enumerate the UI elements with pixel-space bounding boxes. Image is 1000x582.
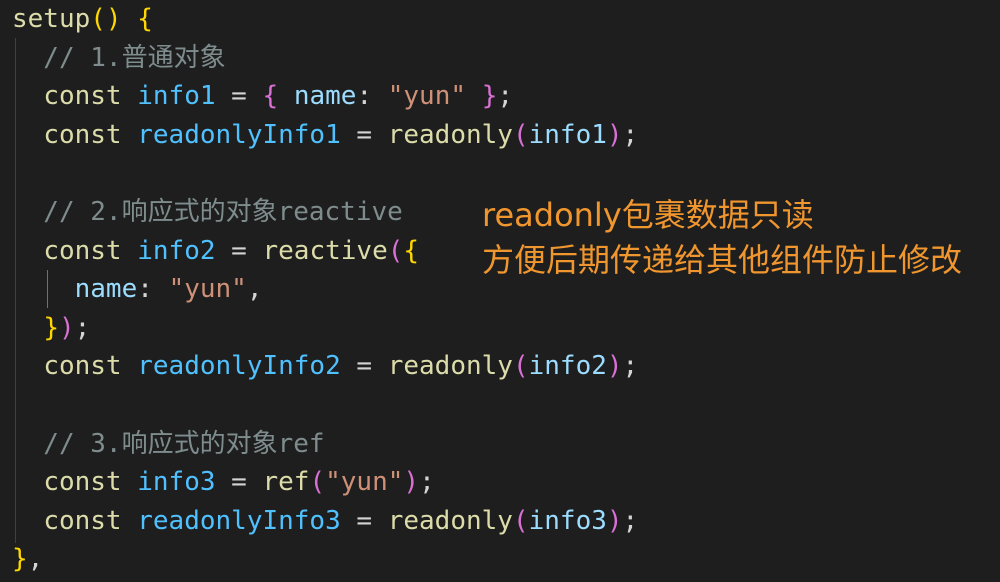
code-line[interactable]: // 3.响应式的对象ref xyxy=(12,425,325,464)
code-token: const xyxy=(43,351,122,382)
code-line[interactable]: }); xyxy=(12,309,90,348)
code-line[interactable]: const readonlyInfo1 = readonly(info1); xyxy=(12,116,638,155)
code-token: "yun" xyxy=(387,81,467,112)
code-editor[interactable]: setup() { // 1.普通对象 const info1 = { name… xyxy=(0,0,1000,582)
code-token: ( xyxy=(512,505,529,536)
code-token: // 2.响应式的对象reactive xyxy=(12,197,403,227)
code-token: const xyxy=(43,81,122,112)
code-token: ; xyxy=(622,351,639,382)
code-line[interactable]: const info2 = reactive({ xyxy=(12,232,419,271)
code-line[interactable]: name: "yun", xyxy=(12,270,263,309)
code-token: ; xyxy=(622,119,639,150)
code-token: const xyxy=(43,467,122,498)
code-token: = xyxy=(215,467,263,498)
code-token: const xyxy=(43,235,122,266)
code-token: readonlyInfo1 xyxy=(137,119,341,150)
code-token: } xyxy=(481,81,498,112)
code-token: "yun" xyxy=(168,274,247,305)
code-line[interactable]: const info1 = { name: "yun" }; xyxy=(12,77,513,116)
code-token: ( xyxy=(309,467,326,498)
code-token: info2 xyxy=(137,235,216,266)
annotation-line-1: readonly包裹数据只读 xyxy=(482,196,814,234)
code-line[interactable]: setup() { xyxy=(12,0,153,39)
code-token: , xyxy=(246,274,263,305)
code-token: readonly xyxy=(387,351,513,382)
code-token: info2 xyxy=(528,351,607,382)
code-token: ) xyxy=(606,119,623,150)
code-token: () xyxy=(90,4,122,34)
code-token: info3 xyxy=(528,505,607,536)
annotation-line-2: 方便后期传递给其他组件防止修改 xyxy=(482,241,963,279)
code-token: ( xyxy=(512,351,529,382)
code-token: } xyxy=(43,312,59,343)
code-token: readonlyInfo2 xyxy=(137,351,341,382)
code-token: info1 xyxy=(528,119,607,150)
code-token: ( xyxy=(387,235,404,266)
code-token: readonly xyxy=(387,119,513,150)
code-token: ) xyxy=(403,467,420,498)
code-token: : xyxy=(137,274,169,305)
code-token: ) xyxy=(606,351,623,382)
code-token: ) xyxy=(58,312,75,343)
code-token: ( xyxy=(512,119,529,150)
code-line[interactable]: }, xyxy=(12,540,43,579)
code-token: info1 xyxy=(137,81,216,112)
code-token: reactive xyxy=(262,235,388,266)
code-token: } xyxy=(12,544,28,575)
code-token: ; xyxy=(419,467,435,498)
code-token: "yun" xyxy=(325,467,404,498)
code-token: const xyxy=(43,119,122,150)
code-token: { xyxy=(137,4,153,34)
code-token: = xyxy=(215,235,263,266)
code-token: setup xyxy=(12,4,91,34)
code-line[interactable]: const info3 = ref("yun"); xyxy=(12,463,435,502)
code-token: ref xyxy=(262,467,310,498)
code-token: // 3.响应式的对象ref xyxy=(12,428,325,459)
code-token: = xyxy=(215,81,263,112)
code-token: name xyxy=(74,274,138,305)
code-token: = xyxy=(340,505,388,536)
code-line[interactable]: const readonlyInfo2 = readonly(info2); xyxy=(12,347,638,386)
code-token: { xyxy=(262,81,279,112)
code-token: , xyxy=(27,544,44,575)
code-token: readonlyInfo3 xyxy=(137,505,341,536)
code-line[interactable]: // 1.普通对象 xyxy=(12,39,226,78)
code-token: info3 xyxy=(137,467,216,498)
code-token: : xyxy=(356,81,388,112)
code-token: const xyxy=(43,505,122,536)
code-token: = xyxy=(340,119,388,150)
code-token: ; xyxy=(622,505,639,536)
code-line[interactable]: const readonlyInfo3 = readonly(info3); xyxy=(12,502,638,541)
code-token: ; xyxy=(497,81,513,112)
code-token: readonly xyxy=(387,505,513,536)
code-line[interactable]: // 2.响应式的对象reactive xyxy=(12,193,403,232)
code-token: ; xyxy=(74,312,91,343)
code-token: = xyxy=(340,351,388,382)
code-token: // 1.普通对象 xyxy=(12,42,226,73)
code-token: { xyxy=(403,235,420,266)
code-token: name xyxy=(293,81,357,112)
code-token: ) xyxy=(606,505,623,536)
